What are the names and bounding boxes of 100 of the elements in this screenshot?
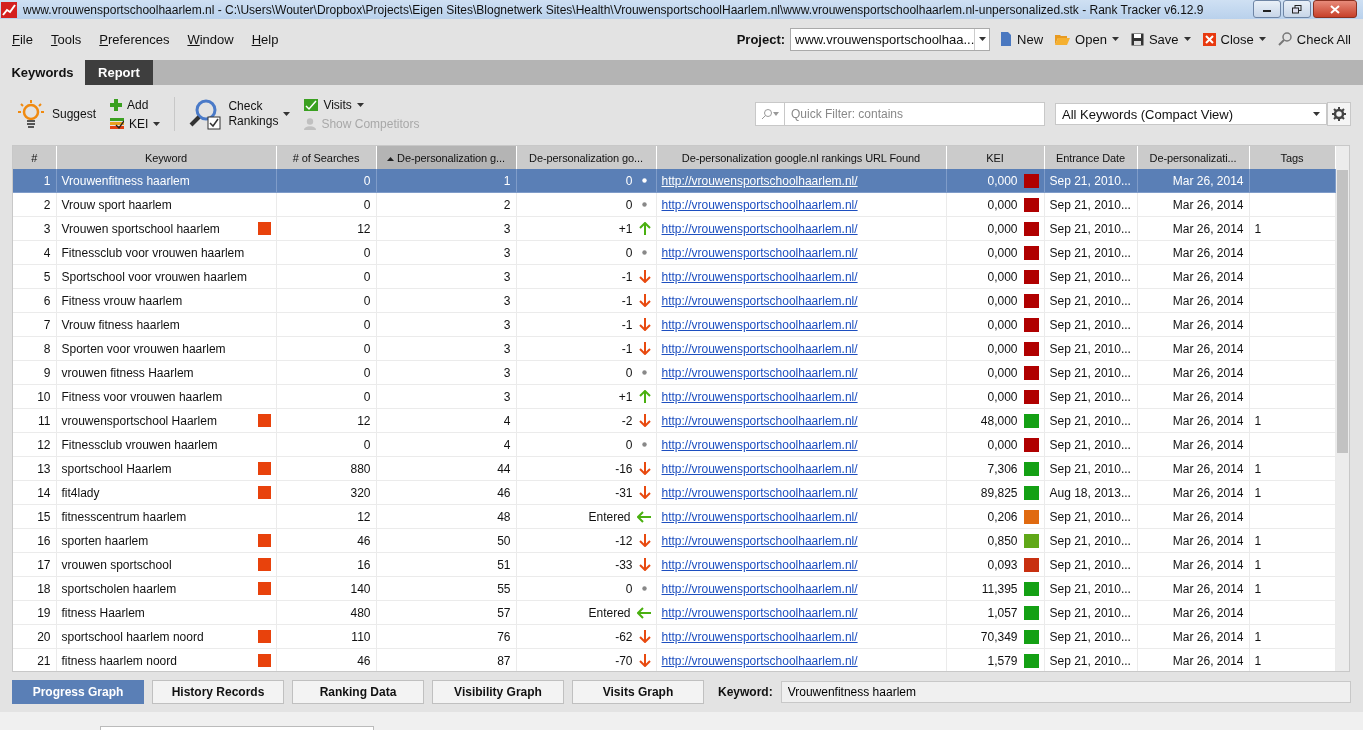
url-link[interactable]: http://vrouwensportschoolhaarlem.nl/ [656,169,946,193]
table-row[interactable]: 10 Fitness voor vrouwen haarlem 0 3 +1 http://vrouwensportschoolhaarlem.nl/ 0,000 Sep 21, 2010... Mar 26, 2014 [13,384,1335,409]
url-link[interactable]: http://vrouwensportschoolhaarlem.nl/ [656,192,946,217]
table-row[interactable]: 13 sportschool Haarlem 880 44 -16 http://vrouwensportschoolhaarlem.nl/ 7,306 Sep 21, 2010... Mar 26, 2014 1 [13,456,1335,481]
table-row[interactable]: 9 vrouwen fitness Haarlem 0 3 0 http://vrouwensportschoolhaarlem.nl/ 0,000 Sep 21, 2010... Mar 26, 2014 [13,360,1335,385]
url-link[interactable]: http://vrouwensportschoolhaarlem.nl/ [656,528,946,553]
kei-value: 1,579 [987,653,1018,668]
url-link[interactable]: http://vrouwensportschoolhaarlem.nl/ [656,504,946,529]
table-row[interactable]: 11 vrouwensportschool Haarlem 12 4 -2 http://vrouwensportschoolhaarlem.nl/ 48,000 Sep 21, 2010... Mar 26, 2014 1 [13,408,1335,433]
keyword-text: Fitness voor vrouwen haarlem [61,389,223,404]
tab[interactable]: Report [85,60,153,85]
close-icon [1202,32,1216,46]
project-dropdown[interactable]: www.vrouwensportschoolhaa... [790,27,991,51]
settings-button[interactable] [1327,102,1351,126]
kei-value: 0,206 [987,509,1018,524]
menu-item[interactable]: Tools [50,31,82,47]
table-cell: 13 [13,456,56,481]
url-link[interactable]: http://vrouwensportschoolhaarlem.nl/ [656,576,946,601]
menu-item[interactable]: Window [187,31,234,47]
url-link[interactable]: http://vrouwensportschoolhaarlem.nl/ [656,456,946,481]
url-link[interactable]: http://vrouwensportschoolhaarlem.nl/ [656,360,946,385]
menu-item[interactable]: Preferences [99,31,170,47]
table-row[interactable]: 16 sporten haarlem 46 50 -12 http://vrouwensportschoolhaarlem.nl/ 0,850 Sep 21, 2010... Mar 26, 2014 1 [13,528,1335,553]
table-cell: 1 [1249,456,1335,481]
table-row[interactable]: 15 fitnesscentrum haarlem 12 48 Entered http://vrouwensportschoolhaarlem.nl/ 0,206 Sep 21, 2010... Mar 26, 2014 [13,504,1335,529]
column-header[interactable]: # [31,151,38,164]
url-link[interactable]: http://vrouwensportschoolhaarlem.nl/ [656,408,946,433]
table-row[interactable]: 19 fitness Haarlem 480 57 Entered http://vrouwensportschoolhaarlem.nl/ 1,057 Sep 21, 2010... Mar 26, 2014 [13,600,1335,625]
table-row[interactable]: 4 Fitnessclub voor vrouwen haarlem 0 3 0 http://vrouwensportschoolhaarlem.nl/ 0,000 Sep 21, 2010... Mar 26, 2014 [13,240,1335,265]
url-link[interactable]: http://vrouwensportschoolhaarlem.nl/ [656,288,946,313]
url-link[interactable]: http://vrouwensportschoolhaarlem.nl/ [656,624,946,649]
keyword-text: Fitnessclub voor vrouwen haarlem [61,245,245,260]
table-row[interactable]: 21 fitness haarlem noord 46 87 -70 http://vrouwensportschoolhaarlem.nl/ 1,579 Sep 21, 2010... Mar 26, 2014 1 [13,648,1335,671]
add-button[interactable]: Add [110,97,161,112]
view-tab[interactable]: Visits Graph [572,680,704,704]
table-row[interactable]: 7 Vrouw fitness haarlem 0 3 -1 http://vrouwensportschoolhaarlem.nl/ 0,000 Sep 21, 2010... Mar 26, 2014 [13,312,1335,337]
table-row[interactable]: 8 Sporten voor vrouwen haarlem 0 3 -1 http://vrouwensportschoolhaarlem.nl/ 0,000 Sep 21, 2010... Mar 26, 2014 [13,336,1335,361]
kei-button[interactable]: KEI [110,116,161,131]
table-row[interactable]: 18 sportscholen haarlem 140 55 0 http://vrouwensportschoolhaarlem.nl/ 11,395 Sep 21, 2010... Mar 26, 2014 1 [13,576,1335,601]
url-link[interactable]: http://vrouwensportschoolhaarlem.nl/ [656,552,946,577]
table-cell: Sep 21, 2010... [1044,504,1137,529]
table-cell: 1 [1249,576,1335,601]
view-tab[interactable]: Ranking Data [292,680,424,704]
column-header[interactable]: KEI [986,151,1004,164]
keyword-text: Fitnessclub vrouwen haarlem [61,437,218,452]
new-button[interactable]: New [1000,31,1044,47]
menu-item[interactable]: Help [251,31,279,47]
view-tab[interactable]: Progress Graph [12,680,144,704]
close-button[interactable]: Close [1202,31,1266,47]
keyword-label: Keyword: [718,685,773,699]
table-row[interactable]: 1 Vrouwenfitness haarlem 0 1 0 http://vrouwensportschoolhaarlem.nl/ 0,000 Sep 21, 2010... Mar 26, 2014 [13,169,1335,193]
url-link[interactable]: http://vrouwensportschoolhaarlem.nl/ [656,600,946,625]
tab[interactable]: Keywords [0,60,85,85]
change-text: -1 [621,341,633,356]
visits-button[interactable]: Visits [304,97,420,112]
column-header[interactable]: Keyword [144,151,188,164]
kei-value: 70,349 [980,629,1018,644]
keyword-field[interactable]: Vrouwenfitness haarlem [780,681,1351,703]
url-link[interactable]: http://vrouwensportschoolhaarlem.nl/ [656,216,946,241]
kei-value: 0,850 [987,533,1018,548]
view-tab[interactable]: History Records [152,680,284,704]
url-link[interactable]: http://vrouwensportschoolhaarlem.nl/ [656,264,946,289]
url-link[interactable]: http://vrouwensportschoolhaarlem.nl/ [656,384,946,409]
url-link[interactable]: http://vrouwensportschoolhaarlem.nl/ [656,312,946,337]
table-row[interactable]: 17 vrouwen sportschool 16 51 -33 http://vrouwensportschoolhaarlem.nl/ 0,093 Sep 21, 2010... Mar 26, 2014 1 [13,552,1335,577]
kei-value: 0,000 [987,365,1018,380]
quick-filter-field[interactable]: Quick Filter: contains [785,102,1045,126]
url-link[interactable]: http://vrouwensportschoolhaarlem.nl/ [656,480,946,505]
url-link[interactable]: http://vrouwensportschoolhaarlem.nl/ [656,432,946,457]
bars-check-icon [110,117,125,130]
suggest-button[interactable]: Suggest [15,98,97,130]
table-cell: 0 [276,264,376,289]
table-row[interactable]: 2 Vrouw sport haarlem 0 2 0 http://vrouwensportschoolhaarlem.nl/ 0,000 Sep 21, 2010... Mar 26, 2014 [13,192,1335,217]
table-cell: 3 [376,240,516,265]
kei-value: 1,057 [987,605,1018,620]
table-row[interactable]: 6 Fitness vrouw haarlem 0 3 -1 http://vrouwensportschoolhaarlem.nl/ 0,000 Sep 21, 2010... Mar 26, 2014 [13,288,1335,313]
menu-item[interactable]: File [12,31,33,47]
table-row[interactable]: 3 Vrouwen sportschool haarlem 12 3 +1 http://vrouwensportschoolhaarlem.nl/ 0,000 Sep 21, 2010... Mar 26, 2014 1 [13,216,1335,241]
url-link[interactable]: http://vrouwensportschoolhaarlem.nl/ [656,240,946,265]
close-button[interactable] [1313,0,1357,18]
table-row[interactable]: 12 Fitnessclub vrouwen haarlem 0 4 0 http://vrouwensportschoolhaarlem.nl/ 0,000 Sep 21, 2010... Mar 26, 2014 [13,432,1335,457]
table-cell: 0 [276,169,376,193]
url-link[interactable]: http://vrouwensportschoolhaarlem.nl/ [656,648,946,671]
url-link[interactable]: http://vrouwensportschoolhaarlem.nl/ [656,336,946,361]
minimize-button[interactable] [1253,0,1281,18]
table-cell: Mar 26, 2014 [1137,648,1249,671]
open-button[interactable]: Open [1055,31,1119,47]
view-dropdown[interactable]: All Keywords (Compact View) [1055,103,1327,125]
table-row[interactable]: 5 Sportschool voor vrouwen haarlem 0 3 -1 http://vrouwensportschoolhaarlem.nl/ 0,000 Sep 21, 2010... Mar 26, 2014 [13,264,1335,289]
table-cell: 87 [376,648,516,671]
column-header[interactable]: Tags [1280,151,1304,164]
table-row[interactable]: 14 fit4lady 320 46 -31 http://vrouwensportschoolhaarlem.nl/ 89,825 Aug 18, 2013... Mar 26, 2014 1 [13,480,1335,505]
scrollbar-thumb[interactable] [1336,170,1348,453]
check-button[interactable]: Check Rankings [189,97,291,131]
window-title: www.vrouwensportschoolhaarlem.nl - C:\Users\Wouter\Dropbox\Projects\Eigen Sites\Blognetwerk Sites\Health\VrouwensportschoolHaarlem.nl\www.vrouwensportschoolhaarlem.nl-unpersonalized.stk - Rank Tracker v6.12.9 [23,2,1205,17]
table-row[interactable]: 20 sportschool haarlem noord 110 76 -62 http://vrouwensportschoolhaarlem.nl/ 70,349 Sep 21, 2010... Mar 26, 2014 1 [13,624,1335,649]
view-tab[interactable]: Visibility Graph [432,680,564,704]
restore-button[interactable] [1283,0,1311,18]
save-button[interactable]: Save [1130,31,1191,47]
checkall-button[interactable]: Check All [1277,31,1351,47]
